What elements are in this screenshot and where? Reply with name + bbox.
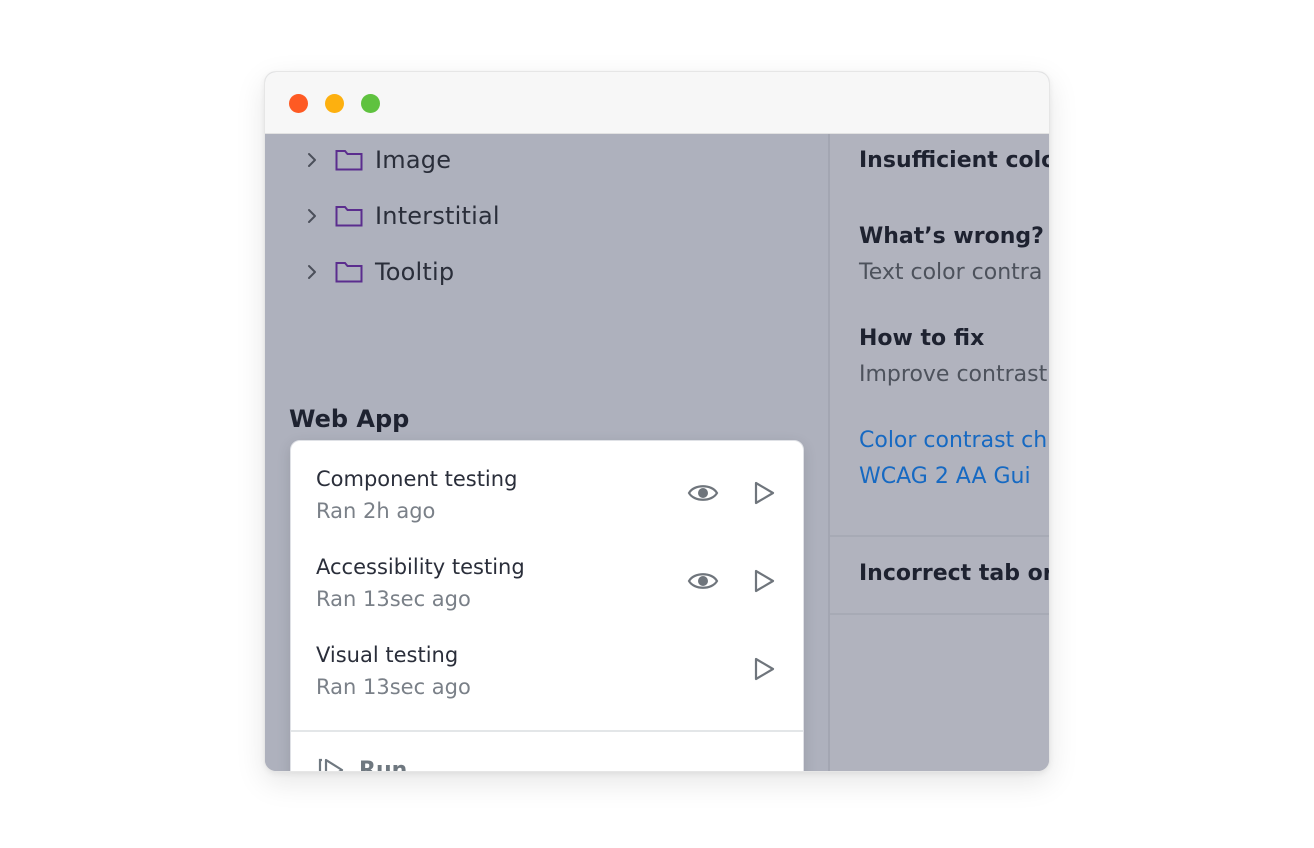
minimize-window-button[interactable]	[325, 94, 344, 113]
run-status: Ran 2h ago	[316, 499, 436, 523]
chevron-right-icon[interactable]	[303, 207, 321, 225]
issue-title: Incorrect tab ord	[859, 561, 1049, 586]
run-item-accessibility-testing[interactable]: Accessibility testing Ran 13sec ago	[291, 543, 803, 631]
issue-card-color-contrast: Insufficient color What’s wrong? Text co…	[830, 134, 1049, 537]
close-window-button[interactable]	[289, 94, 308, 113]
whats-wrong-heading: What’s wrong?	[859, 224, 1044, 249]
maximize-window-button[interactable]	[361, 94, 380, 113]
sidebar: Image Interstitial Tooltip Web App NeaAp…	[265, 134, 828, 771]
issue-card-tab-order[interactable]: Incorrect tab ord	[830, 539, 1049, 615]
run-name: Visual testing	[316, 643, 459, 667]
folder-icon	[335, 150, 363, 171]
run-tests-popover: Component testing Ran 2h ago Accessibili…	[290, 440, 804, 772]
popover-divider	[291, 730, 803, 732]
run-name: Component testing	[316, 467, 518, 491]
run-item-component-testing[interactable]: Component testing Ran 2h ago	[291, 455, 803, 543]
tree-item-interstitial[interactable]: Interstitial	[303, 200, 500, 232]
run-all-label: Run	[359, 757, 408, 772]
chevron-right-icon[interactable]	[303, 151, 321, 169]
folder-icon	[335, 262, 363, 283]
tree-item-label: Interstitial	[375, 202, 500, 230]
run-status: Ran 13sec ago	[316, 675, 471, 699]
run-name: Accessibility testing	[316, 555, 525, 579]
tree-item-tooltip[interactable]: Tooltip	[303, 256, 454, 288]
run-status: Ran 13sec ago	[316, 587, 471, 611]
issue-detail-pane: Insufficient color What’s wrong? Text co…	[830, 134, 1049, 771]
issue-title[interactable]: Insufficient color	[859, 148, 1049, 173]
run-all-icon	[318, 758, 344, 771]
eye-icon[interactable]	[687, 481, 719, 505]
run-item-visual-testing[interactable]: Visual testing Ran 13sec ago	[291, 631, 803, 719]
eye-icon[interactable]	[687, 569, 719, 593]
chevron-right-icon[interactable]	[303, 263, 321, 281]
tree-item-label: Tooltip	[375, 258, 455, 286]
play-icon[interactable]	[753, 657, 775, 681]
folder-icon	[335, 206, 363, 227]
wcag-guide-link[interactable]: WCAG 2 AA Gui	[859, 464, 1031, 489]
section-title-web-app: Web App	[289, 405, 410, 433]
play-icon[interactable]	[753, 569, 775, 593]
tree-item-label: Image	[375, 146, 452, 174]
whats-wrong-text: Text color contra	[859, 260, 1043, 285]
run-all-button[interactable]: Run	[317, 753, 408, 772]
color-contrast-link[interactable]: Color contrast ch	[859, 428, 1047, 453]
title-bar	[265, 72, 1049, 134]
tree-item-image[interactable]: Image	[303, 144, 451, 176]
play-icon[interactable]	[753, 481, 775, 505]
app-window: Image Interstitial Tooltip Web App NeaAp…	[264, 71, 1050, 772]
how-to-fix-heading: How to fix	[859, 326, 985, 351]
how-to-fix-text: Improve contrast	[859, 362, 1048, 387]
